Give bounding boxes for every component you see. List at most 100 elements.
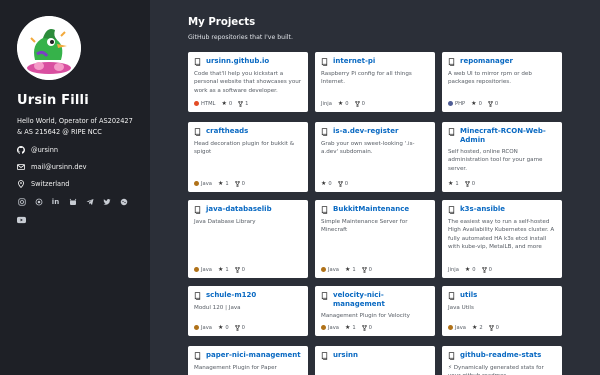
repo-name-link[interactable]: ursinn bbox=[333, 351, 358, 360]
repo-name-link[interactable]: ursinn.github.io bbox=[206, 57, 269, 66]
fork-icon bbox=[361, 324, 367, 331]
repo-stars: ★ 1 bbox=[218, 266, 229, 273]
avatar[interactable] bbox=[17, 16, 81, 80]
linkedin-icon[interactable]: in bbox=[51, 197, 60, 206]
repo-stars: ★ 0 bbox=[465, 266, 476, 273]
repo-icon bbox=[321, 58, 328, 66]
star-count: 1 bbox=[225, 180, 229, 187]
repo-name-link[interactable]: schule-m120 bbox=[206, 291, 256, 300]
repo-description: The easiest way to run a self-hosted Hig… bbox=[448, 219, 555, 251]
star-icon: ★ bbox=[344, 266, 351, 273]
star-icon: ★ bbox=[471, 324, 478, 331]
fork-count: 0 bbox=[241, 266, 245, 273]
repo-description: Grab your own sweet-looking '.is-a.dev' … bbox=[321, 141, 415, 156]
repo-stars: ★ 0 bbox=[221, 100, 232, 107]
fork-icon bbox=[238, 100, 243, 107]
repo-language: Java bbox=[194, 267, 212, 273]
language-label: Jinja bbox=[321, 100, 332, 107]
repo-forks: 1 bbox=[238, 100, 249, 107]
repo-language: PHP bbox=[448, 101, 465, 107]
repo-name-link[interactable]: java-databaselib bbox=[206, 205, 272, 214]
project-card[interactable]: craftheads Head decoration plugin for buk… bbox=[188, 122, 308, 192]
language-color-dot bbox=[448, 325, 453, 330]
project-card[interactable]: k3s-ansible The easiest way to run a self… bbox=[442, 200, 562, 278]
repo-description: A web UI to mirror rpm or deb packages r… bbox=[448, 71, 532, 86]
card-header: is-a.dev-register bbox=[321, 127, 429, 136]
project-card[interactable]: velocity-nici-management Management Plugi… bbox=[315, 286, 435, 336]
repo-meta: Java ★ 1 0 bbox=[321, 266, 372, 273]
repo-icon bbox=[321, 206, 328, 214]
github-contact[interactable]: @ursinn bbox=[17, 146, 150, 154]
card-header: paper-nici-management bbox=[194, 351, 302, 360]
fork-icon bbox=[234, 180, 240, 187]
repo-name-link[interactable]: velocity-nici-management bbox=[333, 291, 429, 308]
social-links-row-2 bbox=[17, 215, 150, 224]
project-card[interactable]: is-a.dev-register Grab your own sweet-loo… bbox=[315, 122, 435, 192]
fork-count: 0 bbox=[488, 266, 492, 273]
repo-meta: Java ★ 1 0 bbox=[194, 266, 245, 273]
repo-name-link[interactable]: is-a.dev-register bbox=[333, 127, 398, 136]
fork-count: 0 bbox=[494, 100, 499, 107]
camera-icon[interactable] bbox=[34, 197, 43, 206]
email-contact[interactable]: mail@ursinn.dev bbox=[17, 163, 150, 171]
star-count: 1 bbox=[225, 266, 229, 273]
language-color-dot bbox=[194, 325, 199, 330]
card-header: BukkitMaintenance bbox=[321, 205, 429, 214]
repo-forks: 0 bbox=[481, 266, 492, 273]
repo-description: Simple Maintenance Server for Minecraft bbox=[321, 219, 408, 234]
fork-icon bbox=[354, 100, 360, 107]
project-card[interactable]: paper-nici-management Management Plugin f… bbox=[188, 346, 308, 375]
card-header: velocity-nici-management bbox=[321, 291, 429, 308]
star-count: 1 bbox=[352, 324, 356, 331]
repo-name-link[interactable]: paper-nici-management bbox=[206, 351, 301, 360]
repo-forks: 0 bbox=[488, 324, 499, 331]
project-card[interactable]: schule-m120 Modul 120 | Java Java ★ 0 0 bbox=[188, 286, 308, 336]
project-card[interactable]: BukkitMaintenance Simple Maintenance Serv… bbox=[315, 200, 435, 278]
fork-icon bbox=[464, 180, 470, 187]
location-text: Switzerland bbox=[31, 180, 70, 188]
repo-language: Jinja bbox=[448, 267, 459, 273]
repo-stars: ★ 0 bbox=[321, 180, 332, 187]
project-card[interactable]: internet-pi Raspberry Pi config for all t… bbox=[315, 52, 435, 112]
page-title: My Projects bbox=[188, 17, 256, 28]
fork-count: 1 bbox=[245, 100, 249, 107]
project-card[interactable]: repomanager A web UI to mirror rpm or deb… bbox=[442, 52, 562, 112]
github-handle: @ursinn bbox=[31, 146, 59, 154]
keybase-icon[interactable] bbox=[119, 197, 128, 206]
star-icon: ★ bbox=[217, 266, 224, 273]
repo-name-link[interactable]: BukkitMaintenance bbox=[333, 205, 409, 214]
repo-stars: ★ 1 bbox=[345, 266, 356, 273]
repo-meta: HTML ★ 0 1 bbox=[194, 100, 248, 107]
fdroid-icon[interactable] bbox=[68, 197, 77, 206]
instagram-icon[interactable] bbox=[17, 197, 26, 206]
project-card[interactable]: Minecraft-RCON-Web-Admin Self hosted, onl… bbox=[442, 122, 562, 192]
language-label: Jinja bbox=[448, 266, 459, 273]
repo-name-link[interactable]: k3s-ansible bbox=[460, 205, 505, 214]
project-card[interactable]: github-readme-stats ⚡ Dynamically generat… bbox=[442, 346, 562, 375]
telegram-icon[interactable] bbox=[85, 197, 94, 206]
repo-language: Jinja bbox=[321, 101, 332, 107]
star-count: 0 bbox=[225, 324, 229, 331]
project-card[interactable]: utils Java Utils Java ★ 2 0 bbox=[442, 286, 562, 336]
project-card[interactable]: ursinn bbox=[315, 346, 435, 375]
repo-name-link[interactable]: repomanager bbox=[460, 57, 513, 66]
youtube-icon[interactable] bbox=[17, 215, 26, 224]
avatar-bird-illustration bbox=[17, 16, 81, 80]
repo-name-link[interactable]: github-readme-stats bbox=[460, 351, 541, 360]
star-icon: ★ bbox=[337, 100, 344, 107]
repo-icon bbox=[194, 58, 201, 66]
repo-language: Java bbox=[194, 325, 212, 331]
repo-icon bbox=[448, 206, 455, 214]
repo-name-link[interactable]: utils bbox=[460, 291, 477, 300]
language-label: HTML bbox=[201, 100, 216, 107]
project-card[interactable]: ursinn.github.io Code that'll help you ki… bbox=[188, 52, 308, 112]
repo-language: Java bbox=[194, 181, 212, 187]
project-card[interactable]: java-databaselib Java Database Library Jav… bbox=[188, 200, 308, 278]
repo-name-link[interactable]: internet-pi bbox=[333, 57, 375, 66]
repo-name-link[interactable]: Minecraft-RCON-Web-Admin bbox=[460, 127, 556, 144]
repo-description: Raspberry Pi config for all things Inter… bbox=[321, 71, 412, 86]
repo-name-link[interactable]: craftheads bbox=[206, 127, 248, 136]
language-label: Java bbox=[328, 324, 339, 331]
twitter-icon[interactable] bbox=[102, 197, 111, 206]
repo-icon bbox=[194, 206, 201, 214]
